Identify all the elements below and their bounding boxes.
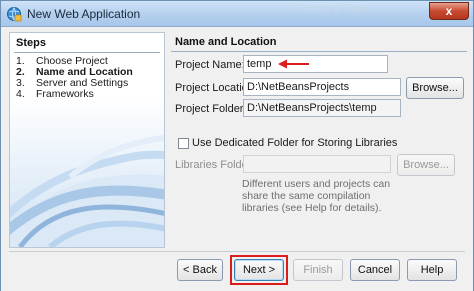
project-name-label: Project Name: [175,59,245,71]
browse-libraries-folder-button[interactable]: Browse... [397,154,455,176]
new-web-application-dialog: New Web Application Name a Thor! x Steps… [0,0,474,291]
finish-button[interactable]: Finish [293,259,343,281]
section-header: Name and Location [175,36,277,48]
window-title: New Web Application [27,7,141,21]
libraries-folder-input[interactable] [243,155,391,173]
cancel-button[interactable]: Cancel [350,259,400,281]
browse-project-location-button[interactable]: Browse... [406,77,464,99]
help-button[interactable]: Help [407,259,457,281]
title-bar[interactable]: New Web Application Name a Thor! x [1,1,473,27]
project-location-input[interactable]: D:\NetBeansProjects [243,78,401,96]
netbeans-decoration-image [10,97,164,247]
globe-icon [7,7,22,22]
steps-divider [14,52,160,53]
steps-panel: Steps 1. Choose Project 2. Name and Locati… [9,32,165,248]
button-bar: < Back Next > Finish Cancel Help [1,252,473,291]
section-divider [171,51,467,52]
name-and-location-panel: Name and Location Project Name: temp Pro… [171,32,467,248]
project-name-input[interactable]: temp [243,55,388,73]
libraries-hint-text: Different users and projects can share t… [242,178,391,214]
steps-header: Steps [16,37,46,49]
next-button[interactable]: Next > [234,259,284,281]
close-icon: x [445,4,453,18]
steps-list: 1. Choose Project 2. Name and Location 3. S… [16,56,162,100]
back-button[interactable]: < Back [177,259,223,281]
project-folder-field[interactable]: D:\NetBeansProjects\temp [243,99,401,117]
background-window-title: Name a Thor! [301,3,369,15]
red-arrow-icon [278,59,309,69]
dedicated-folder-label[interactable]: Use Dedicated Folder for Storing Librari… [192,137,397,149]
close-button[interactable]: x [429,2,469,20]
project-folder-label: Project Folder: [175,103,247,115]
dedicated-folder-checkbox[interactable] [178,138,189,149]
